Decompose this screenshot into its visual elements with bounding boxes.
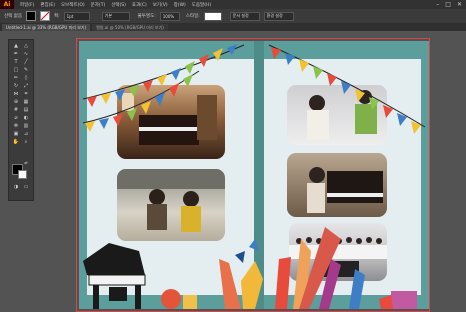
small-star-shape (235, 251, 245, 263)
instruments-illustration (83, 227, 417, 309)
app-logo: Ai (0, 0, 14, 9)
column-graph-tool-icon[interactable]: ▥ (22, 123, 30, 129)
tab-document-2[interactable]: 앨범.ai @ 50% (RGB/GPU 미리 보기) (92, 24, 168, 31)
direct-selection-tool-icon[interactable]: △ (22, 43, 30, 49)
drum-shape (161, 289, 181, 309)
keyboard-shape (391, 291, 417, 309)
stroke-weight-input[interactable]: 1pt (63, 11, 90, 21)
trumpet-shape (219, 259, 241, 309)
width-tool-icon[interactable]: ⋈ (12, 91, 20, 97)
block-shape (183, 295, 197, 309)
swap-colors-icon[interactable]: ⇄ (22, 160, 30, 166)
symbol-sprayer-tool-icon[interactable]: ✻ (12, 123, 20, 129)
stroke-swatch[interactable] (40, 11, 50, 21)
menu-item-type[interactable]: 문자(T) (91, 2, 106, 8)
minimize-button[interactable]: – (436, 1, 439, 8)
ribbon-shape (379, 295, 393, 309)
curvature-tool-icon[interactable]: ∿ (22, 51, 30, 57)
xylophone-shape (349, 269, 365, 309)
style-label: 스타일: (185, 14, 200, 19)
perspective-tool-icon[interactable]: ▦ (22, 99, 30, 105)
grand-piano-shape (83, 243, 146, 309)
gradient-tool-icon[interactable]: ▤ (22, 107, 30, 113)
brush-definition-select[interactable]: 기본 (101, 11, 130, 21)
graphic-style-select[interactable] (203, 11, 222, 21)
bunting-decoration (82, 44, 426, 134)
free-transform-tool-icon[interactable]: ⌗ (22, 91, 30, 97)
hand-tool-icon[interactable]: ✋ (12, 139, 20, 145)
star-shape (249, 239, 259, 251)
control-bar: 선택 없음 획: 1pt 기본 불투명도: 100% 스타일: 문서 설정 환경… (0, 9, 466, 24)
type-tool-icon[interactable]: T (12, 59, 20, 65)
slice-tool-icon[interactable]: ⊿ (22, 131, 30, 137)
line-tool-icon[interactable]: ╱ (22, 59, 30, 65)
mesh-tool-icon[interactable]: # (12, 107, 20, 113)
tab-document-1[interactable]: Untitled-1.ai @ 33% (RGB/GPU 미리 보기) (2, 24, 91, 31)
draw-mode-icon[interactable]: ◑ (12, 184, 20, 190)
close-button[interactable]: ✕ (457, 1, 462, 8)
tools-panel: ▲ △ ✒ ∿ T ╱ □ ✎ ✏ ◊ ↻ ⤢ ⋈ ⌗ ⊕ ▦ # ▤ ⌀ ◐ … (8, 39, 34, 201)
stroke-label: 획: (54, 14, 60, 19)
menu-item-select[interactable]: 선택(S) (111, 2, 126, 8)
screen-mode-icon[interactable]: ▭ (22, 184, 30, 190)
none-stroke-icon (41, 12, 49, 20)
menu-item-object[interactable]: 오브젝트(O) (61, 2, 85, 8)
paintbrush-tool-icon[interactable]: ✎ (22, 67, 30, 73)
rectangle-tool-icon[interactable]: □ (12, 67, 20, 73)
opacity-input[interactable]: 100% (159, 11, 180, 21)
menu-item-window[interactable]: 창(W) (174, 2, 186, 8)
rotate-tool-icon[interactable]: ↻ (12, 83, 20, 89)
shape-builder-tool-icon[interactable]: ⊕ (12, 99, 20, 105)
maximize-button[interactable]: □ (445, 1, 451, 8)
preferences-button[interactable]: 환경 설정 (263, 11, 294, 21)
selection-tool-icon[interactable]: ▲ (12, 43, 20, 49)
document-setup-button[interactable]: 문서 설정 (229, 11, 260, 21)
pen-tool-icon[interactable]: ✒ (12, 51, 20, 57)
selection-status: 선택 없음 (4, 14, 22, 19)
scale-tool-icon[interactable]: ⤢ (22, 83, 30, 89)
menu-item-file[interactable]: 파일(F) (20, 2, 34, 8)
blend-tool-icon[interactable]: ◐ (22, 115, 30, 121)
document-tabs: Untitled-1.ai @ 33% (RGB/GPU 미리 보기) 앨범.a… (0, 23, 466, 31)
opacity-label: 불투명도: (137, 14, 156, 19)
menu-bar: Ai 파일(F) 편집(E) 오브젝트(O) 문자(T) 선택(S) 효과(C)… (0, 0, 466, 9)
window-controls: – □ ✕ (436, 1, 462, 8)
pencil-tool-icon[interactable]: ✏ (12, 75, 20, 81)
fill-swatch[interactable] (26, 11, 36, 21)
tambourine-shape (241, 261, 263, 309)
maraca-shape (275, 257, 291, 309)
artboard[interactable] (76, 38, 430, 312)
menu-item-view[interactable]: 보기(V) (153, 2, 168, 8)
zoom-tool-icon[interactable]: ⌕ (22, 139, 30, 145)
stroke-color-box[interactable] (18, 170, 27, 179)
artboard-tool-icon[interactable]: ▣ (12, 131, 20, 137)
menu-item-help[interactable]: 도움말(H) (192, 2, 211, 8)
eyedropper-tool-icon[interactable]: ⌀ (12, 115, 20, 121)
menu-item-edit[interactable]: 편집(E) (40, 2, 55, 8)
eraser-tool-icon[interactable]: ◊ (22, 75, 30, 81)
menu-item-effect[interactable]: 효과(C) (132, 2, 147, 8)
